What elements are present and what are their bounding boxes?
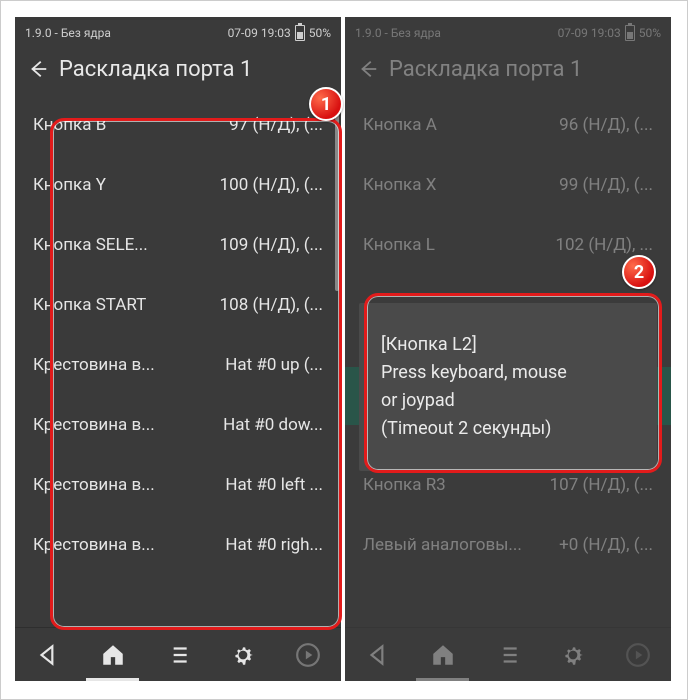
dialog-line: [Кнопка L2]: [381, 331, 635, 359]
list-row[interactable]: Кнопка Y100 (Н/Д), (...: [15, 155, 341, 215]
list-row[interactable]: Крестовина в...Hat #0 left ...: [15, 455, 341, 515]
list-row[interactable]: Кнопка SELE...109 (Н/Д), (...: [15, 215, 341, 275]
phone-right: 1.9.0 - Без ядра 07-09 19:03 50% Расклад…: [345, 17, 671, 681]
bottom-nav: [345, 627, 671, 681]
bindings-list[interactable]: Кнопка B97 (Н/Д), (... Кнопка Y100 (Н/Д)…: [15, 95, 341, 627]
nav-list-icon[interactable]: [495, 642, 521, 668]
dialog-line: Press keyboard, mouse: [381, 359, 635, 387]
back-icon[interactable]: [27, 58, 49, 80]
page-title: Раскладка порта 1: [389, 57, 582, 82]
list-row[interactable]: Крестовина в...Hat #0 righ...: [15, 515, 341, 575]
battery-icon: [625, 25, 635, 41]
nav-indicator: [86, 678, 139, 681]
app-bar: Раскладка порта 1: [15, 45, 341, 95]
list-row[interactable]: Кнопка START108 (Н/Д), (...: [15, 275, 341, 335]
nav-settings-icon[interactable]: [560, 642, 586, 668]
status-version: 1.9.0 - Без ядра: [25, 26, 111, 40]
nav-back-icon[interactable]: [365, 642, 391, 668]
bottom-nav: [15, 627, 341, 681]
nav-back-icon[interactable]: [35, 642, 61, 668]
list-row[interactable]: Кнопка A96 (Н/Д), (...: [345, 95, 671, 155]
nav-settings-icon[interactable]: [230, 642, 256, 668]
dialog-line: (Timeout 2 секунды): [381, 415, 635, 443]
page-title: Раскладка порта 1: [59, 57, 252, 82]
back-icon[interactable]: [357, 58, 379, 80]
list-row[interactable]: Кнопка X99 (Н/Д), (...: [345, 155, 671, 215]
app-bar: Раскладка порта 1: [345, 45, 671, 95]
list-row[interactable]: Левый аналоговы...+0 (Н/Д), (...: [345, 515, 671, 575]
nav-play-icon: [295, 642, 321, 668]
nav-list-icon[interactable]: [165, 642, 191, 668]
scrollbar[interactable]: [335, 101, 339, 291]
annotation-badge-2: 2: [622, 255, 656, 289]
nav-home-icon[interactable]: [100, 642, 126, 668]
input-prompt-dialog: [Кнопка L2] Press keyboard, mouse or joy…: [359, 303, 657, 471]
nav-indicator: [416, 678, 469, 681]
battery-icon: [295, 25, 305, 41]
list-row[interactable]: Кнопка B97 (Н/Д), (...: [15, 95, 341, 155]
status-battery: 50%: [639, 26, 661, 40]
nav-play-icon: [625, 642, 651, 668]
status-time: 07-09 19:03: [228, 26, 291, 40]
dialog-line: or joypad: [381, 387, 635, 415]
status-bar: 1.9.0 - Без ядра 07-09 19:03 50%: [15, 17, 341, 45]
status-bar: 1.9.0 - Без ядра 07-09 19:03 50%: [345, 17, 671, 45]
list-row[interactable]: Крестовина в...Hat #0 up (...: [15, 335, 341, 395]
status-version: 1.9.0 - Без ядра: [355, 26, 441, 40]
phone-left: 1.9.0 - Без ядра 07-09 19:03 50% Расклад…: [15, 17, 341, 681]
status-time: 07-09 19:03: [558, 26, 621, 40]
nav-home-icon[interactable]: [430, 642, 456, 668]
status-battery: 50%: [309, 26, 331, 40]
list-row[interactable]: Крестовина в...Hat #0 dow...: [15, 395, 341, 455]
annotation-badge-1: 1: [309, 87, 343, 121]
